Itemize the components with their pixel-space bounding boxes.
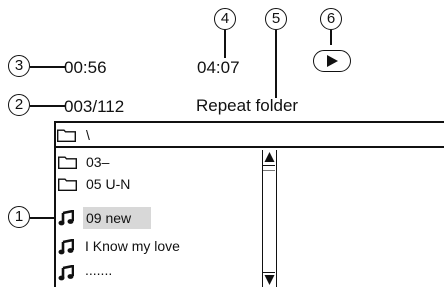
callout-4-leader — [224, 30, 226, 58]
callout-5-leader — [275, 30, 277, 98]
callout-3: 3 — [8, 55, 30, 77]
total-time: 04:07 — [197, 58, 240, 77]
callout-1-leader — [30, 217, 55, 219]
repeat-mode: Repeat folder — [196, 96, 299, 115]
list-item-label: 09 new — [83, 207, 152, 229]
music-note-icon — [58, 265, 74, 281]
callout-4: 4 — [214, 8, 236, 30]
callout-5: 5 — [265, 8, 287, 30]
elapsed-time: 00:56 — [64, 58, 107, 77]
path-bar: \ — [57, 127, 90, 143]
list-item-label: 03– — [86, 154, 110, 170]
track-position: 003/112 — [64, 97, 125, 116]
path-text: \ — [86, 127, 90, 143]
music-note-icon — [58, 239, 74, 255]
music-note-icon — [58, 210, 74, 226]
scrollbar-track-line — [263, 165, 275, 167]
folder-icon — [58, 178, 77, 191]
play-icon — [326, 54, 338, 67]
divider-path — [54, 146, 444, 148]
list-item-selected[interactable]: 09 new — [58, 207, 258, 229]
callout-1: 1 — [8, 206, 30, 228]
triangle-up-icon[interactable] — [264, 151, 275, 163]
scrollbar-track-line-bottom — [263, 272, 275, 274]
scrollbar-thumb[interactable] — [263, 170, 275, 171]
list-item-label: I Know my love — [85, 238, 180, 254]
callout-6: 6 — [320, 8, 342, 30]
scrollbar[interactable] — [262, 150, 277, 287]
callout-2: 2 — [8, 94, 30, 116]
divider-top — [54, 121, 444, 123]
list-item-label: 05 U-N — [86, 176, 131, 192]
callout-3-leader — [30, 66, 65, 68]
play-button[interactable] — [313, 50, 351, 72]
triangle-down-icon[interactable] — [264, 274, 275, 286]
list-item-label: ....... — [85, 262, 113, 278]
callout-2-leader — [30, 105, 65, 107]
callout-6-leader — [330, 30, 332, 45]
folder-icon — [58, 156, 77, 169]
folder-icon — [57, 129, 76, 142]
